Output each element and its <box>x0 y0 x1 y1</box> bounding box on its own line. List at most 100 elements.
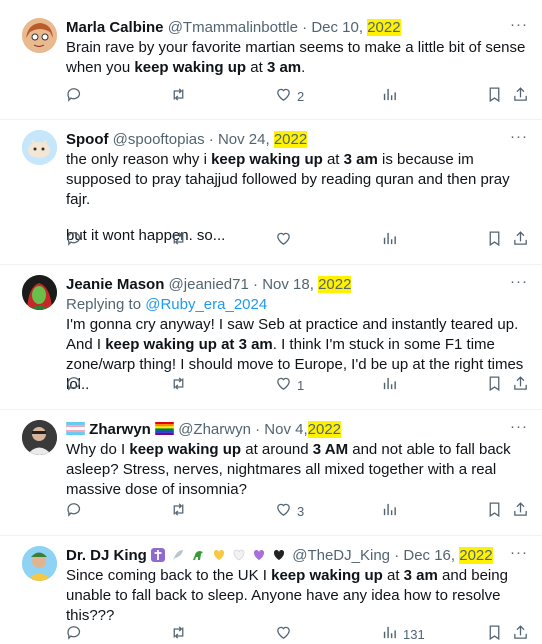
tweet-header: Dr. DJ King @TheDJ_King · Dec 16, 2022 <box>66 546 528 566</box>
retweet-button[interactable] <box>170 86 192 106</box>
retweet-button[interactable] <box>170 230 192 250</box>
tweet-text: Brain rave by your favorite martian seem… <box>66 39 526 76</box>
year-highlight: 2022 <box>459 547 493 564</box>
more-options-icon[interactable]: ··· <box>510 544 528 561</box>
tweet-date[interactable]: Dec 16, 2022 <box>403 547 493 564</box>
action-bar: 3 <box>66 501 528 521</box>
more-options-icon[interactable]: ··· <box>510 273 528 290</box>
user-handle[interactable]: @Zharwyn <box>178 421 251 438</box>
share-button[interactable] <box>512 501 529 521</box>
separator: · <box>253 276 259 293</box>
display-name[interactable]: Zharwyn <box>89 421 151 438</box>
tweet-date[interactable]: Dec 10, 2022 <box>311 19 401 36</box>
retweet-icon <box>170 86 187 106</box>
user-handle[interactable]: @TheDJ_King <box>292 547 390 564</box>
share-icon <box>512 501 529 521</box>
user-handle[interactable]: @Tmammalinbottle <box>168 19 298 36</box>
tweet-feed: Marla Calbine @Tmammalinbottle · Dec 10,… <box>0 0 542 642</box>
share-button[interactable] <box>512 230 529 250</box>
separator: · <box>255 421 261 438</box>
like-button[interactable] <box>275 624 297 644</box>
cross-icon <box>151 548 166 562</box>
separator: · <box>394 547 400 564</box>
tweet-date[interactable]: Nov 4,2022 <box>264 421 342 438</box>
like-button[interactable]: 3 <box>275 501 304 521</box>
bookmark-icon <box>486 375 503 395</box>
tweet[interactable]: Jeanie Mason @jeanied71 · Nov 18, 2022 R… <box>0 265 542 410</box>
bookmark-button[interactable] <box>486 501 503 521</box>
more-options-icon[interactable]: ··· <box>510 418 528 435</box>
reply-to-link[interactable]: @Ruby_era_2024 <box>145 296 267 313</box>
heart-icon <box>275 375 292 395</box>
display-name[interactable]: Marla Calbine <box>66 19 164 36</box>
user-handle[interactable]: @jeanied71 <box>169 276 249 293</box>
views-icon <box>381 624 398 644</box>
views-button[interactable] <box>381 375 403 395</box>
reply-button[interactable] <box>66 624 88 644</box>
yellow-heart-icon <box>212 548 226 562</box>
bookmark-button[interactable] <box>486 86 503 106</box>
retweet-icon <box>170 375 187 395</box>
bookmark-button[interactable] <box>486 624 503 644</box>
like-button[interactable]: 1 <box>275 375 304 395</box>
retweet-button[interactable] <box>170 501 192 521</box>
action-bar: 131 <box>66 624 528 644</box>
tweet-date[interactable]: Nov 18, 2022 <box>262 276 352 293</box>
views-icon <box>381 501 398 521</box>
tweet[interactable]: Zharwyn @Zharwyn · Nov 4,2022 Why do I k… <box>0 410 542 536</box>
more-options-icon[interactable]: ··· <box>510 16 528 33</box>
separator: · <box>302 19 308 36</box>
user-handle[interactable]: @spooftopias <box>113 131 205 148</box>
views-button[interactable] <box>381 501 403 521</box>
action-bar: 2 <box>66 86 528 106</box>
reply-icon <box>66 86 83 106</box>
year-highlight: 2022 <box>367 19 401 36</box>
retweet-button[interactable] <box>170 624 192 644</box>
bookmark-icon <box>486 86 503 106</box>
display-name[interactable]: Spoof <box>66 131 109 148</box>
tweet-text: the only reason why i keep waking up at … <box>66 151 510 208</box>
reply-icon <box>66 230 83 250</box>
avatar[interactable] <box>22 275 57 310</box>
tweet[interactable]: Marla Calbine @Tmammalinbottle · Dec 10,… <box>0 0 542 120</box>
heart-icon <box>275 230 292 250</box>
views-button[interactable] <box>381 86 403 106</box>
rainbow-flag-icon <box>155 421 174 438</box>
share-button[interactable] <box>512 86 529 106</box>
action-bar <box>66 230 528 250</box>
display-name[interactable]: Dr. DJ King <box>66 547 147 564</box>
avatar[interactable] <box>22 130 57 165</box>
reply-button[interactable] <box>66 86 88 106</box>
more-options-icon[interactable]: ··· <box>510 128 528 145</box>
views-button[interactable] <box>381 230 403 250</box>
bookmark-button[interactable] <box>486 375 503 395</box>
purple-heart-icon <box>252 548 266 562</box>
bookmark-button[interactable] <box>486 230 503 250</box>
retweet-icon <box>170 230 187 250</box>
dinosaur-icon <box>191 548 205 562</box>
avatar[interactable] <box>22 18 57 53</box>
tweet-header: Jeanie Mason @jeanied71 · Nov 18, 2022 <box>66 275 528 295</box>
display-name[interactable]: Jeanie Mason <box>66 276 164 293</box>
views-icon <box>381 86 398 106</box>
reply-button[interactable] <box>66 375 88 395</box>
avatar[interactable] <box>22 546 57 581</box>
views-icon <box>381 230 398 250</box>
like-button[interactable] <box>275 230 297 250</box>
year-highlight: 2022 <box>307 421 342 438</box>
share-button[interactable] <box>512 375 529 395</box>
heart-icon <box>275 501 292 521</box>
tweet-date[interactable]: Nov 24, 2022 <box>218 131 308 148</box>
share-icon <box>512 230 529 250</box>
avatar[interactable] <box>22 420 57 455</box>
reply-icon <box>66 624 83 644</box>
retweet-button[interactable] <box>170 375 192 395</box>
share-button[interactable] <box>512 624 529 644</box>
reply-button[interactable] <box>66 501 88 521</box>
bookmark-icon <box>486 624 503 644</box>
like-button[interactable]: 2 <box>275 86 304 106</box>
tweet[interactable]: Spoof @spooftopias · Nov 24, 2022 the on… <box>0 120 542 265</box>
tweet[interactable]: Dr. DJ King @TheDJ_King · Dec 16, 2022 S… <box>0 536 542 642</box>
views-button[interactable]: 131 <box>381 624 425 644</box>
reply-button[interactable] <box>66 230 88 250</box>
